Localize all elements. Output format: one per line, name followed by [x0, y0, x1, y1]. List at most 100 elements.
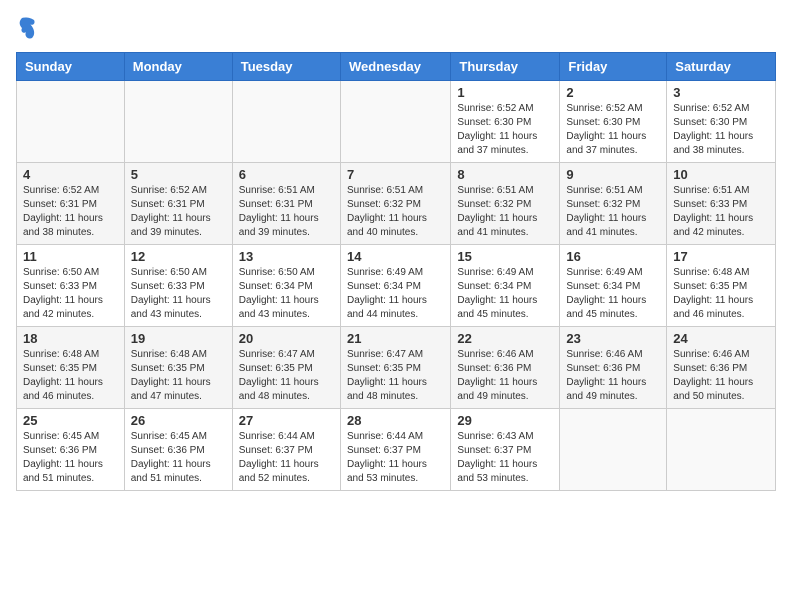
day-number: 7	[347, 167, 444, 182]
calendar-day-cell	[232, 81, 340, 163]
day-number: 28	[347, 413, 444, 428]
day-of-week-header: Monday	[124, 53, 232, 81]
day-info: Sunrise: 6:50 AM Sunset: 6:34 PM Dayligh…	[239, 266, 334, 322]
day-number: 25	[23, 413, 118, 428]
calendar-day-cell: 8 Sunrise: 6:51 AM Sunset: 6:32 PM Daylig…	[451, 163, 560, 245]
logo	[16, 16, 38, 40]
day-info: Sunrise: 6:50 AM Sunset: 6:33 PM Dayligh…	[23, 266, 118, 322]
calendar-day-cell: 19Sunrise: 6:48 AM Sunset: 6:35 PM Dayli…	[124, 327, 232, 409]
calendar-day-cell: 22 Sunrise: 6:46 AM Sunset: 6:36 PM Dayli…	[451, 327, 560, 409]
calendar-day-cell	[560, 409, 667, 491]
calendar-day-cell: 5 Sunrise: 6:52 AM Sunset: 6:31 PM Daylig…	[124, 163, 232, 245]
calendar-day-cell: 12 Sunrise: 6:50 AM Sunset: 6:33 PM Dayli…	[124, 245, 232, 327]
day-info: Sunrise: 6:52 AM Sunset: 6:30 PM Dayligh…	[673, 102, 769, 158]
day-info: Sunrise: 6:51 AM Sunset: 6:31 PM Dayligh…	[239, 184, 334, 240]
day-info: Sunrise: 6:52 AM Sunset: 6:31 PM Dayligh…	[23, 184, 118, 240]
day-info: Sunrise: 6:51 AM Sunset: 6:33 PM Dayligh…	[673, 184, 769, 240]
calendar-day-cell: 16 Sunrise: 6:49 AM Sunset: 6:34 PM Dayli…	[560, 245, 667, 327]
day-info: Sunrise: 6:45 AM Sunset: 6:36 PM Dayligh…	[23, 430, 118, 486]
calendar-week-row: 25 Sunrise: 6:45 AM Sunset: 6:36 PM Dayli…	[17, 409, 776, 491]
day-info: Sunrise: 6:46 AM Sunset: 6:36 PM Dayligh…	[673, 348, 769, 404]
day-info: Sunrise: 6:47 AM Sunset: 6:35 PM Dayligh…	[239, 348, 334, 404]
day-number: 10	[673, 167, 769, 182]
day-info: Sunrise: 6:44 AM Sunset: 6:37 PM Dayligh…	[239, 430, 334, 486]
calendar-day-cell: 28 Sunrise: 6:44 AM Sunset: 6:37 PM Dayli…	[340, 409, 450, 491]
day-info: Sunrise: 6:46 AM Sunset: 6:36 PM Dayligh…	[457, 348, 553, 404]
calendar-day-cell: 4 Sunrise: 6:52 AM Sunset: 6:31 PM Daylig…	[17, 163, 125, 245]
page-header	[16, 16, 776, 40]
day-info: Sunrise: 6:47 AM Sunset: 6:35 PM Dayligh…	[347, 348, 444, 404]
calendar-day-cell: 14Sunrise: 6:49 AM Sunset: 6:34 PM Dayli…	[340, 245, 450, 327]
calendar-day-cell: 17 Sunrise: 6:48 AM Sunset: 6:35 PM Dayli…	[667, 245, 776, 327]
day-info: Sunrise: 6:52 AM Sunset: 6:30 PM Dayligh…	[457, 102, 553, 158]
calendar-day-cell: 3Sunrise: 6:52 AM Sunset: 6:30 PM Daylig…	[667, 81, 776, 163]
day-info: Sunrise: 6:44 AM Sunset: 6:37 PM Dayligh…	[347, 430, 444, 486]
day-number: 29	[457, 413, 553, 428]
day-number: 4	[23, 167, 118, 182]
calendar-day-cell: 26 Sunrise: 6:45 AM Sunset: 6:36 PM Dayli…	[124, 409, 232, 491]
calendar-week-row: 1 Sunrise: 6:52 AM Sunset: 6:30 PM Daylig…	[17, 81, 776, 163]
day-number: 20	[239, 331, 334, 346]
day-info: Sunrise: 6:48 AM Sunset: 6:35 PM Dayligh…	[23, 348, 118, 404]
day-number: 26	[131, 413, 226, 428]
calendar-day-cell: 21 Sunrise: 6:47 AM Sunset: 6:35 PM Dayli…	[340, 327, 450, 409]
day-info: Sunrise: 6:43 AM Sunset: 6:37 PM Dayligh…	[457, 430, 553, 486]
calendar-week-row: 4 Sunrise: 6:52 AM Sunset: 6:31 PM Daylig…	[17, 163, 776, 245]
day-info: Sunrise: 6:46 AM Sunset: 6:36 PM Dayligh…	[566, 348, 660, 404]
day-number: 5	[131, 167, 226, 182]
day-info: Sunrise: 6:51 AM Sunset: 6:32 PM Dayligh…	[457, 184, 553, 240]
calendar-day-cell: 29 Sunrise: 6:43 AM Sunset: 6:37 PM Dayli…	[451, 409, 560, 491]
calendar-day-cell	[17, 81, 125, 163]
day-number: 13	[239, 249, 334, 264]
calendar-day-cell	[124, 81, 232, 163]
day-info: Sunrise: 6:49 AM Sunset: 6:34 PM Dayligh…	[566, 266, 660, 322]
calendar-day-cell	[340, 81, 450, 163]
day-info: Sunrise: 6:49 AM Sunset: 6:34 PM Dayligh…	[347, 266, 444, 322]
day-info: Sunrise: 6:48 AM Sunset: 6:35 PM Dayligh…	[131, 348, 226, 404]
day-number: 24	[673, 331, 769, 346]
day-number: 12	[131, 249, 226, 264]
day-number: 1	[457, 85, 553, 100]
calendar-day-cell	[667, 409, 776, 491]
calendar-day-cell: 13 Sunrise: 6:50 AM Sunset: 6:34 PM Dayli…	[232, 245, 340, 327]
day-info: Sunrise: 6:51 AM Sunset: 6:32 PM Dayligh…	[347, 184, 444, 240]
day-number: 9	[566, 167, 660, 182]
day-of-week-header: Sunday	[17, 53, 125, 81]
calendar-header-row: SundayMondayTuesdayWednesdayThursdayFrid…	[17, 53, 776, 81]
calendar-day-cell: 6 Sunrise: 6:51 AM Sunset: 6:31 PM Daylig…	[232, 163, 340, 245]
calendar-day-cell: 25 Sunrise: 6:45 AM Sunset: 6:36 PM Dayli…	[17, 409, 125, 491]
day-number: 16	[566, 249, 660, 264]
calendar-day-cell: 20 Sunrise: 6:47 AM Sunset: 6:35 PM Dayli…	[232, 327, 340, 409]
calendar-day-cell: 18Sunrise: 6:48 AM Sunset: 6:35 PM Dayli…	[17, 327, 125, 409]
day-info: Sunrise: 6:52 AM Sunset: 6:30 PM Dayligh…	[566, 102, 660, 158]
calendar-week-row: 18Sunrise: 6:48 AM Sunset: 6:35 PM Dayli…	[17, 327, 776, 409]
calendar-day-cell: 7 Sunrise: 6:51 AM Sunset: 6:32 PM Daylig…	[340, 163, 450, 245]
calendar-day-cell: 2 Sunrise: 6:52 AM Sunset: 6:30 PM Daylig…	[560, 81, 667, 163]
day-number: 15	[457, 249, 553, 264]
calendar-day-cell: 11 Sunrise: 6:50 AM Sunset: 6:33 PM Dayli…	[17, 245, 125, 327]
day-number: 23	[566, 331, 660, 346]
day-number: 22	[457, 331, 553, 346]
day-of-week-header: Thursday	[451, 53, 560, 81]
day-of-week-header: Friday	[560, 53, 667, 81]
day-number: 21	[347, 331, 444, 346]
day-info: Sunrise: 6:49 AM Sunset: 6:34 PM Dayligh…	[457, 266, 553, 322]
day-info: Sunrise: 6:45 AM Sunset: 6:36 PM Dayligh…	[131, 430, 226, 486]
day-number: 11	[23, 249, 118, 264]
day-number: 8	[457, 167, 553, 182]
calendar-day-cell: 10 Sunrise: 6:51 AM Sunset: 6:33 PM Dayli…	[667, 163, 776, 245]
day-info: Sunrise: 6:48 AM Sunset: 6:35 PM Dayligh…	[673, 266, 769, 322]
calendar-week-row: 11 Sunrise: 6:50 AM Sunset: 6:33 PM Dayli…	[17, 245, 776, 327]
day-number: 17	[673, 249, 769, 264]
day-info: Sunrise: 6:50 AM Sunset: 6:33 PM Dayligh…	[131, 266, 226, 322]
day-info: Sunrise: 6:52 AM Sunset: 6:31 PM Dayligh…	[131, 184, 226, 240]
day-number: 6	[239, 167, 334, 182]
calendar-day-cell: 1 Sunrise: 6:52 AM Sunset: 6:30 PM Daylig…	[451, 81, 560, 163]
day-number: 2	[566, 85, 660, 100]
day-of-week-header: Saturday	[667, 53, 776, 81]
day-of-week-header: Tuesday	[232, 53, 340, 81]
calendar-day-cell: 27 Sunrise: 6:44 AM Sunset: 6:37 PM Dayli…	[232, 409, 340, 491]
day-number: 27	[239, 413, 334, 428]
calendar-day-cell: 24 Sunrise: 6:46 AM Sunset: 6:36 PM Dayli…	[667, 327, 776, 409]
calendar-table: SundayMondayTuesdayWednesdayThursdayFrid…	[16, 52, 776, 491]
